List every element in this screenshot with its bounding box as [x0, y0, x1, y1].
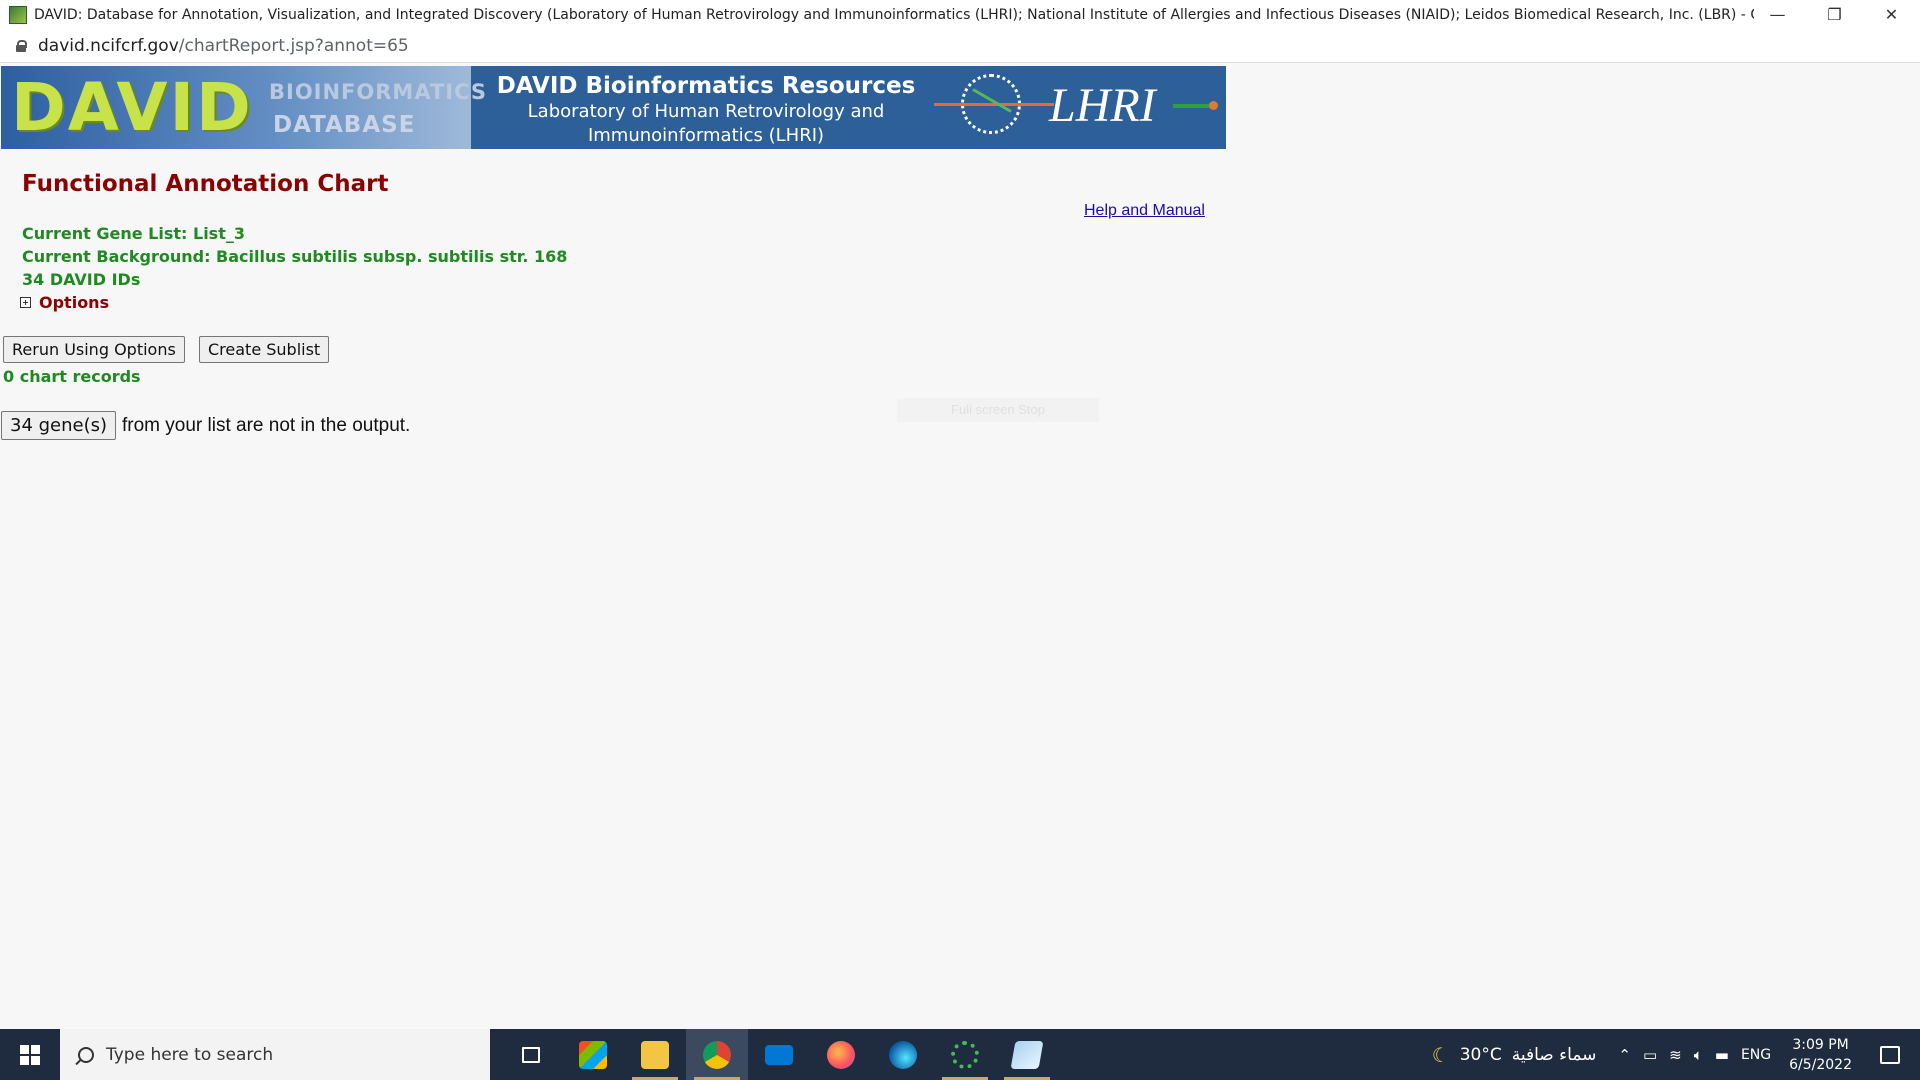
- battery-icon[interactable]: ▬: [1715, 1046, 1729, 1064]
- current-gene-list: Current Gene List: List_3: [22, 224, 245, 243]
- temperature[interactable]: 30°C: [1460, 1045, 1502, 1065]
- moon-weather-icon[interactable]: ☾: [1432, 1043, 1450, 1067]
- create-sublist-button[interactable]: Create Sublist: [199, 336, 330, 363]
- page-content: DAVID BIOINFORMATICS DATABASE DAVID Bioi…: [0, 63, 1920, 1029]
- firefox-icon[interactable]: [810, 1029, 872, 1080]
- meet-now-icon[interactable]: ▭: [1643, 1046, 1657, 1064]
- banner-center: DAVID Bioinformatics Resources Laborator…: [471, 66, 941, 149]
- lhri-logo: LHRI: [934, 66, 1226, 149]
- options-toggle[interactable]: Options: [20, 293, 109, 312]
- window-title: DAVID: Database for Annotation, Visualiz…: [34, 6, 1754, 23]
- green-app-icon[interactable]: [934, 1029, 996, 1080]
- chart-records-count: 0 chart records: [3, 367, 141, 386]
- lhri-emblem-icon: [934, 74, 1054, 134]
- microsoft-store-icon[interactable]: [562, 1029, 624, 1080]
- david-logo-text: DAVID: [11, 69, 253, 146]
- taskbar-search[interactable]: Type here to search: [60, 1029, 490, 1080]
- minimize-button[interactable]: —: [1749, 0, 1806, 29]
- david-logo-sub1: BIOINFORMATICS: [269, 80, 488, 104]
- window-controls: — ❐ ✕: [1749, 0, 1920, 29]
- edge-icon[interactable]: [872, 1029, 934, 1080]
- david-favicon-icon: [9, 5, 27, 24]
- windows-logo-icon: [20, 1044, 40, 1065]
- faded-overlay-text: Full screen Stop: [897, 398, 1099, 422]
- address-bar[interactable]: david.ncifcrf.gov/chartReport.jsp?annot=…: [0, 29, 1920, 63]
- wifi-icon[interactable]: ≋: [1669, 1046, 1682, 1064]
- help-manual-link[interactable]: Help and Manual: [1084, 202, 1205, 220]
- genes-not-in-output-text: from your list are not in the output.: [122, 415, 411, 436]
- david-banner: DAVID BIOINFORMATICS DATABASE DAVID Bioi…: [1, 66, 1226, 149]
- clock[interactable]: 3:09 PM 6/5/2022: [1789, 1035, 1852, 1075]
- expand-plus-icon[interactable]: [20, 297, 31, 308]
- taskbar-apps: [500, 1029, 1058, 1080]
- search-placeholder: Type here to search: [106, 1044, 274, 1065]
- close-button[interactable]: ✕: [1863, 0, 1920, 29]
- window-title-bar: DAVID: Database for Annotation, Visualiz…: [0, 0, 1920, 29]
- lhri-tail-decoration: [1173, 104, 1213, 108]
- windows-taskbar: Type here to search ☾ 30°C سماء صافية ⌃ …: [0, 1029, 1920, 1080]
- url-path: /chartReport.jsp?annot=65: [178, 35, 409, 56]
- david-ids-count: 34 DAVID IDs: [22, 270, 141, 289]
- mail-icon[interactable]: [748, 1029, 810, 1080]
- options-label: Options: [39, 293, 110, 312]
- banner-title: DAVID Bioinformatics Resources: [496, 73, 916, 99]
- banner-subtitle-1: Laboratory of Human Retrovirology and: [527, 101, 885, 122]
- banner-subtitle-2: Immunoinformatics (LHRI): [587, 125, 825, 146]
- weather-condition[interactable]: سماء صافية: [1512, 1045, 1597, 1065]
- url-host: david.ncifcrf.gov: [38, 35, 179, 56]
- clock-date: 6/5/2022: [1789, 1056, 1852, 1073]
- clock-time: 3:09 PM: [1792, 1036, 1849, 1053]
- lhri-text: LHRI: [1049, 79, 1156, 132]
- task-view-icon[interactable]: [500, 1029, 562, 1080]
- system-tray: ☾ 30°C سماء صافية ⌃ ▭ ≋ 🔈︎ ▬ ENG 3:09 PM…: [1432, 1029, 1920, 1080]
- notes-app-icon[interactable]: [996, 1029, 1058, 1080]
- volume-icon[interactable]: 🔈︎: [1694, 1046, 1703, 1064]
- chrome-icon[interactable]: [686, 1029, 748, 1080]
- lock-icon[interactable]: [16, 39, 27, 52]
- david-logo: DAVID BIOINFORMATICS DATABASE: [1, 66, 486, 149]
- page-title: Functional Annotation Chart: [22, 171, 389, 197]
- search-icon: [78, 1046, 94, 1063]
- notification-icon[interactable]: [1880, 1045, 1900, 1064]
- file-explorer-icon[interactable]: [624, 1029, 686, 1080]
- url-text[interactable]: david.ncifcrf.gov/chartReport.jsp?annot=…: [38, 36, 409, 56]
- current-background: Current Background: Bacillus subtilis su…: [22, 247, 568, 266]
- restore-button[interactable]: ❐: [1806, 0, 1863, 29]
- david-logo-sub2: DATABASE: [273, 112, 416, 138]
- rerun-using-options-button[interactable]: Rerun Using Options: [3, 336, 185, 363]
- start-button[interactable]: [0, 1029, 60, 1080]
- chevron-up-icon[interactable]: ⌃: [1618, 1046, 1631, 1064]
- input-language[interactable]: ENG: [1741, 1047, 1771, 1063]
- genes-not-in-output-button[interactable]: 34 gene(s): [1, 411, 117, 440]
- lhri-dot-decoration: [1209, 101, 1218, 110]
